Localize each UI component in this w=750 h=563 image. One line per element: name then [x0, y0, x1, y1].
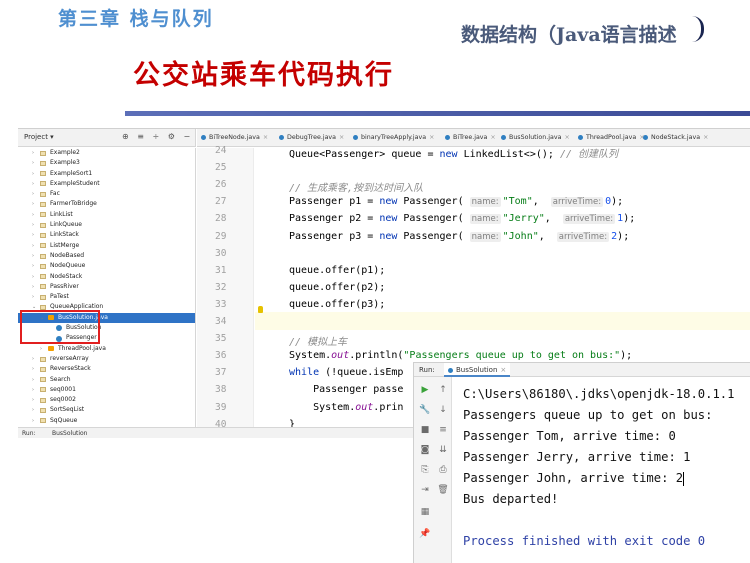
code-token: "John" [502, 230, 539, 242]
code-line[interactable]: Queue<Passenger> queue = new LinkedList<… [289, 145, 618, 160]
code-token: "Tom" [502, 196, 533, 208]
parameter-hint: name: [469, 231, 501, 242]
code-line[interactable]: queue.offer(p1); [289, 265, 385, 276]
code-token: ); [623, 213, 636, 225]
print-icon[interactable]: ⎙ [436, 463, 450, 477]
code-token: .prin [373, 401, 404, 413]
annotation-box [20, 310, 100, 344]
code-line[interactable]: Passenger passe [289, 384, 403, 395]
console-output[interactable]: C:\Users\86180\.jdks\openjdk-18.0.1.1 Pas… [463, 377, 750, 563]
tool-window-bar: Run: BusSolution [18, 427, 438, 438]
scroll-down-icon[interactable]: ↓ [436, 403, 450, 417]
code-token: .println( [349, 350, 404, 362]
stop-icon[interactable]: ■ [418, 423, 432, 437]
code-line[interactable]: Passenger p3 = new Passenger( name: "John… [289, 231, 629, 242]
code-token: while [289, 367, 320, 379]
code-token: ); [620, 350, 633, 362]
code-token: , [544, 213, 563, 225]
run-tab[interactable]: BusSolution × [444, 363, 511, 377]
code-token: queue.offer(p3); [289, 298, 386, 310]
run-label: Run: [419, 366, 435, 374]
code-token: ); [617, 230, 630, 242]
code-token: , [532, 196, 551, 208]
trash-icon[interactable]: 🗑 [436, 483, 450, 497]
console-line: Bus departed! [463, 492, 559, 506]
camera-icon[interactable]: ◙ [418, 443, 432, 457]
code-token: Passenger p2 = [289, 213, 380, 225]
restore-layout-icon[interactable]: ⎘ [418, 463, 432, 477]
chapter-heading: 第三章 栈与队列 [58, 8, 214, 30]
parameter-hint: arriveTime: [550, 197, 604, 208]
code-token: out [355, 401, 374, 413]
code-token: queue.offer(p1); [289, 264, 386, 276]
code-token: "Jerry" [502, 213, 545, 225]
code-token: LinkedList<>(); [457, 149, 560, 160]
console-line: Passenger John, arrive time: 2 [463, 471, 685, 486]
code-token: Passenger( [397, 230, 470, 242]
parameter-hint: arriveTime: [556, 231, 610, 242]
code-token: System. [289, 350, 332, 362]
parameter-hint: arriveTime: [562, 214, 616, 225]
code-token: new [379, 230, 398, 242]
code-token: ); [611, 196, 624, 208]
code-line[interactable]: // 模拟上车 [289, 333, 347, 348]
close-icon[interactable]: × [500, 366, 506, 374]
rerun-icon[interactable]: ▶ [418, 383, 432, 397]
bracket-decoration [692, 16, 704, 42]
console-line: Passenger Jerry, arrive time: 1 [463, 450, 691, 464]
code-token: Passenger( [397, 196, 470, 208]
scroll-up-icon[interactable]: ↑ [436, 383, 450, 397]
code-token: (!queue.isEmp [319, 367, 404, 379]
code-token: new [379, 213, 398, 225]
code-line[interactable]: queue.offer(p2); [289, 282, 385, 293]
code-line[interactable]: while (!queue.isEmp [289, 367, 403, 378]
run-panel-header: Run: BusSolution × [414, 363, 750, 377]
slide-title: 公交站乘车代码执行 [133, 60, 394, 91]
wrench-icon[interactable]: 🔧 [418, 403, 432, 417]
book-title: 数据结构（Java语言描述 [461, 24, 677, 46]
code-token: // 生成乘客,按到达时间入队 [289, 183, 424, 195]
code-token: "Passengers queue up to get on bus:" [403, 350, 621, 362]
code-token: Passenger passe [289, 384, 404, 396]
code-token: out [331, 350, 350, 362]
run-panel: Run: BusSolution × ▶ ↑ 🔧 ↓ ■ ≡ ◙ ⇊ ⎘ ⎙ ⇥ … [413, 362, 750, 563]
console-line: Passenger Tom, arrive time: 0 [463, 429, 676, 443]
run-tab-label: BusSolution [456, 366, 498, 374]
code-token: Queue<Passenger> queue = [289, 149, 440, 160]
code-line[interactable]: // 生成乘客,按到达时间入队 [289, 179, 423, 194]
console-line: Process finished with exit code 0 [463, 534, 706, 548]
code-token: new [439, 149, 458, 160]
parameter-hint: name: [469, 214, 501, 225]
code-line[interactable]: Passenger p2 = new Passenger( name: "Jerr… [289, 213, 636, 225]
run-tab-bottom[interactable]: BusSolution [52, 430, 88, 437]
code-token: queue.offer(p2); [289, 281, 386, 293]
exit-icon[interactable]: ⇥ [418, 483, 432, 497]
code-token: System. [289, 401, 356, 413]
code-token: Passenger( [397, 213, 470, 225]
code-token: Passenger p1 = [289, 196, 380, 208]
code-token: // 模拟上车 [289, 337, 348, 349]
java-class-icon [448, 367, 453, 373]
title-underline [125, 111, 750, 116]
run-toolbar: ▶ ↑ 🔧 ↓ ■ ≡ ◙ ⇊ ⎘ ⎙ ⇥ 🗑 ▦ 📌 [414, 377, 452, 563]
scroll-end-icon[interactable]: ⇊ [436, 443, 450, 457]
code-token: // 创建队列 [559, 149, 618, 160]
code-line[interactable]: System.out.prin [289, 402, 403, 413]
text-cursor [683, 471, 685, 486]
code-line[interactable]: System.out.println("Passengers queue up … [289, 350, 632, 361]
code-token: new [379, 196, 398, 208]
console-line: C:\Users\86180\.jdks\openjdk-18.0.1.1 [463, 387, 735, 401]
code-line[interactable]: Passenger p1 = new Passenger( name: "Tom"… [289, 196, 624, 208]
layout-icon[interactable]: ▦ [418, 505, 432, 519]
code-line[interactable]: queue.offer(p3); [289, 299, 385, 310]
soft-wrap-icon[interactable]: ≡ [436, 423, 450, 437]
pin-icon[interactable]: 📌 [418, 527, 432, 541]
code-token: , [538, 230, 557, 242]
code-token: Passenger p3 = [289, 230, 380, 242]
parameter-hint: name: [469, 197, 501, 208]
run-label: Run: [22, 430, 36, 437]
console-line: Passengers queue up to get on bus: [463, 408, 713, 422]
